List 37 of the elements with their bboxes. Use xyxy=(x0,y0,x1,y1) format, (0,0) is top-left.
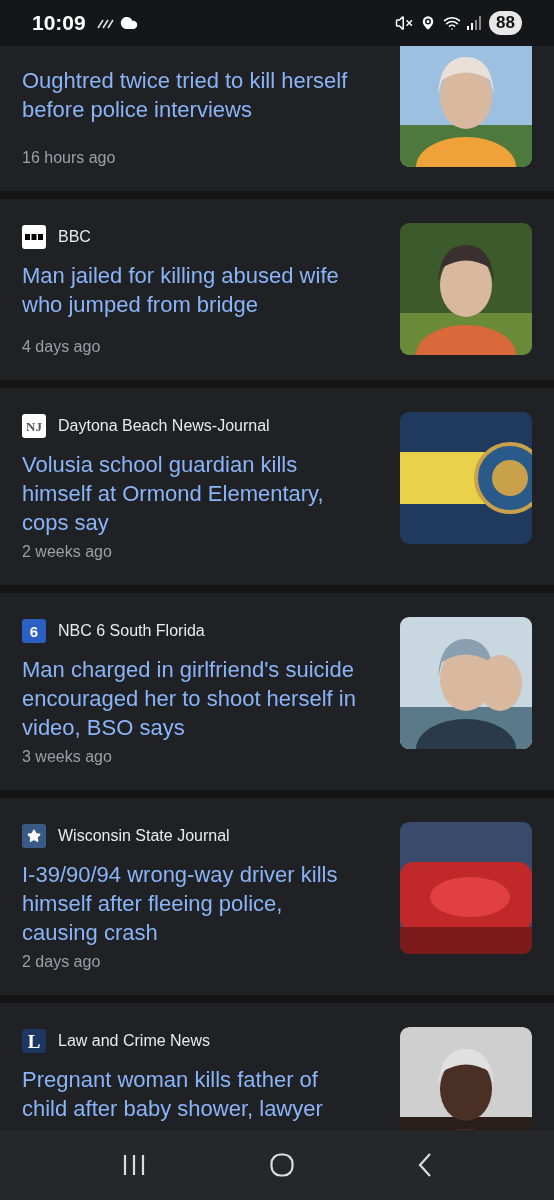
wifi-icon xyxy=(443,14,462,32)
clock: 10:09 xyxy=(32,11,86,35)
source-name: Law and Crime News xyxy=(58,1032,211,1050)
mute-icon xyxy=(395,14,414,32)
cloud-icon xyxy=(119,14,138,32)
headline[interactable]: Oughtred twice tried to kill herself before police interviews xyxy=(22,66,360,124)
source-logo: 6 xyxy=(22,619,46,643)
recent-apps-icon[interactable] xyxy=(122,1154,146,1176)
news-card[interactable]: Oughtred twice tried to kill herself before police interviews 16 hours ago xyxy=(0,46,554,191)
source-logo xyxy=(22,824,46,848)
source-logo xyxy=(22,225,46,249)
source-name: Daytona Beach News-Journal xyxy=(58,417,270,435)
article-time: 2 weeks ago xyxy=(22,543,113,561)
article-time: 3 weeks ago xyxy=(22,748,113,766)
headline[interactable]: I-39/90/94 wrong-way driver kills himself after fleeing police, causing crash xyxy=(22,860,360,947)
data-saver-icon xyxy=(95,17,114,29)
headline[interactable]: Volusia school guardian kills himself at Ormond Elementary, cops say xyxy=(22,450,360,537)
news-card[interactable]: L Law and Crime News Pregnant woman kills father of child after baby shower, lawyer xyxy=(0,1003,554,1130)
article-time: 4 days ago xyxy=(22,338,102,356)
source-name: NBC 6 South Florida xyxy=(58,622,205,640)
article-time: 16 hours ago xyxy=(22,149,117,167)
battery-indicator: 88 xyxy=(489,11,522,35)
news-card[interactable]: BBC Man jailed for killing abused wife who jumped from bridge 4 days ago xyxy=(0,199,554,380)
source-name: BBC xyxy=(58,228,91,246)
source-name: Wisconsin State Journal xyxy=(58,827,230,845)
article-time: 2 days ago xyxy=(22,953,102,971)
headline[interactable]: Man jailed for killing abused wife who jumped from bridge xyxy=(22,261,360,319)
headline[interactable]: Pregnant woman kills father of child after baby shower, lawyer xyxy=(22,1065,360,1123)
home-icon[interactable] xyxy=(270,1153,294,1177)
source-logo: L xyxy=(22,1029,46,1053)
news-card[interactable]: Wisconsin State Journal I-39/90/94 wrong-way driver kills himself after fleeing police, causing crash 2 days ago xyxy=(0,798,554,995)
news-card[interactable]: NJ Daytona Beach News-Journal Volusia school guardian kills himself at Ormond Elementary, cops say 2 weeks ago xyxy=(0,388,554,585)
headline[interactable]: Man charged in girlfriend's suicide encouraged her to shoot herself in video, BSO says xyxy=(22,655,360,742)
back-icon[interactable] xyxy=(418,1153,432,1177)
source-logo: NJ xyxy=(22,414,46,438)
news-card[interactable]: 6 NBC 6 South Florida Man charged in girlfriend's suicide encouraged her to shoot herself in video, BSO says 3 weeks ago xyxy=(0,593,554,790)
signal-icon xyxy=(467,16,484,30)
